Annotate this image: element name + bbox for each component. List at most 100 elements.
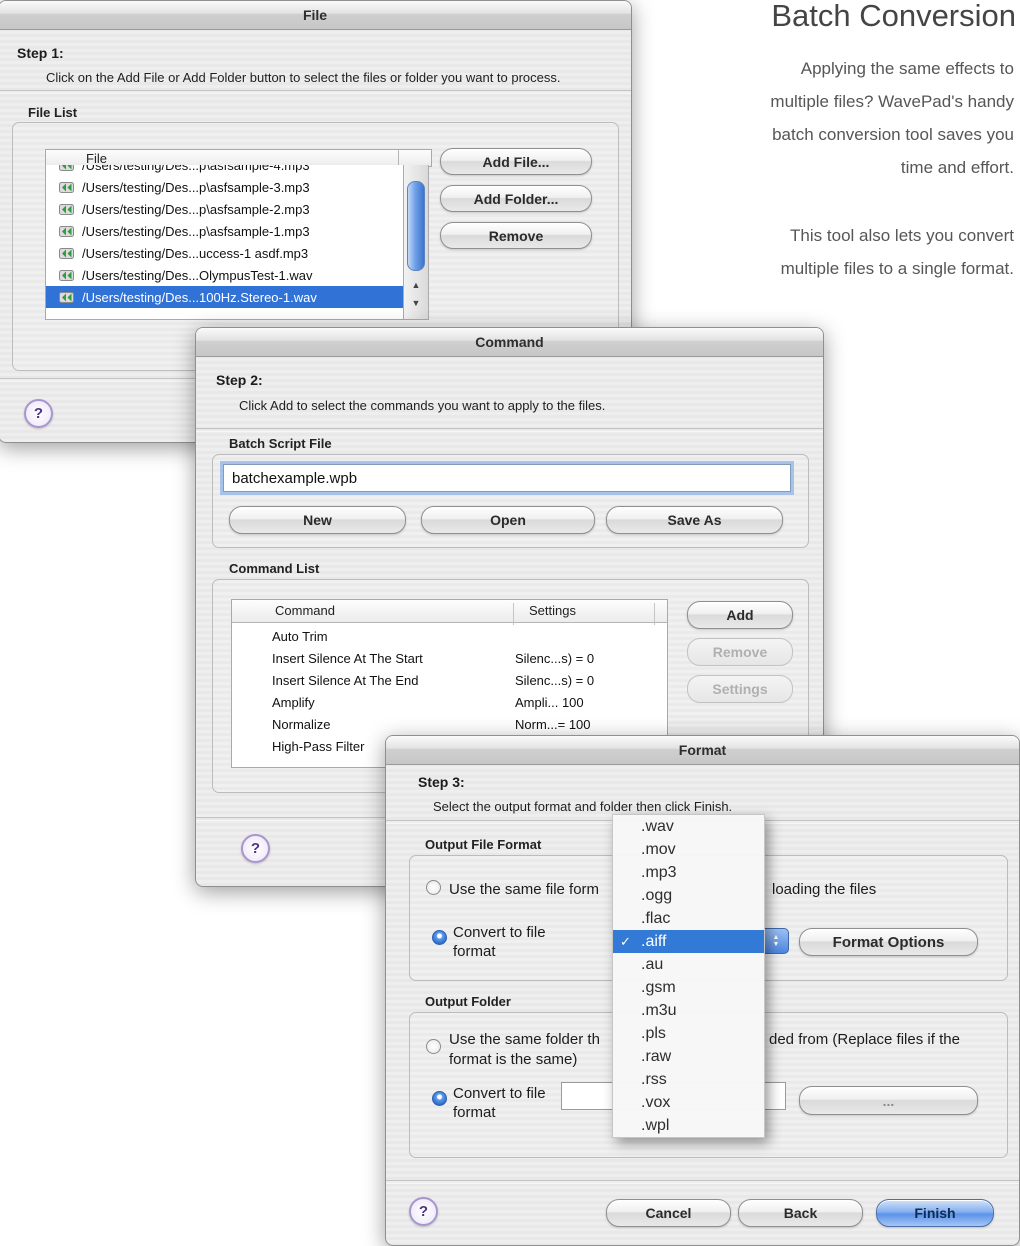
menu-item-au[interactable]: .au <box>613 953 764 976</box>
file-list[interactable]: /Users/testing/Des...p\asfsample-4.mp3 /… <box>45 165 405 320</box>
help-button[interactable]: ? <box>24 399 53 428</box>
new-button[interactable]: New <box>229 506 406 534</box>
finish-button[interactable]: Finish <box>876 1199 994 1227</box>
menu-item-wav[interactable]: .wav <box>613 815 764 838</box>
output-file-format-group-label: Output File Format <box>425 837 542 852</box>
file-list-row[interactable]: /Users/testing/Des...uccess-1 asdf.mp3 <box>46 242 404 264</box>
marketing-line: This tool also lets you convert <box>790 226 1014 245</box>
file-list-row[interactable]: /Users/testing/Des...p\asfsample-3.mp3 <box>46 176 404 198</box>
scrollbar-thumb[interactable] <box>407 181 425 271</box>
popup-up-icon: ▲ <box>772 934 780 941</box>
audio-file-icon <box>59 269 74 281</box>
command-name: High-Pass Filter <box>272 739 365 754</box>
format-dialog-titlebar[interactable]: Format <box>386 736 1019 765</box>
use-same-folder-label-line1: Use the same folder th <box>449 1031 600 1048</box>
file-path: /Users/testing/Des...uccess-1 asdf.mp3 <box>82 245 309 261</box>
audio-file-icon <box>59 291 74 303</box>
column-divider <box>654 603 655 625</box>
step1-description: Click on the Add File or Add Folder butt… <box>46 70 561 85</box>
menu-item-mp3[interactable]: .mp3 <box>613 861 764 884</box>
menu-item-ogg[interactable]: .ogg <box>613 884 764 907</box>
file-list-row-selected[interactable]: /Users/testing/Des...100Hz.Stereo-1.wav <box>46 286 404 308</box>
file-column-header: File <box>86 150 107 166</box>
file-list-scrollbar[interactable]: ▲ ▼ <box>403 165 429 320</box>
command-dialog-titlebar[interactable]: Command <box>196 328 823 357</box>
browse-button[interactable]: ... <box>799 1086 978 1115</box>
batch-script-group-label: Batch Script File <box>229 436 332 451</box>
command-row[interactable]: Normalize Norm...= 100 <box>232 714 667 736</box>
file-path: /Users/testing/Des...p\asfsample-4.mp3 <box>82 165 310 173</box>
format-select-popup[interactable]: ▲ ▼ <box>763 928 789 954</box>
convert-to-format-label: Convert to file format <box>453 924 546 960</box>
menu-item-mov[interactable]: .mov <box>613 838 764 861</box>
use-same-format-radio[interactable] <box>426 880 441 895</box>
menu-item-rss[interactable]: .rss <box>613 1068 764 1091</box>
marketing-line: time and effort. <box>900 158 1014 177</box>
file-dialog-title: File <box>302 7 328 23</box>
convert-folder-radio[interactable] <box>432 1091 447 1106</box>
command-row[interactable]: Amplify Ampli... 100 <box>232 692 667 714</box>
add-command-button[interactable]: Add <box>687 601 793 629</box>
file-list-row[interactable]: /Users/testing/Des...p\asfsample-4.mp3 <box>46 165 404 176</box>
add-folder-button[interactable]: Add Folder... <box>440 185 592 212</box>
menu-item-gsm[interactable]: .gsm <box>613 976 764 999</box>
help-button[interactable]: ? <box>409 1197 438 1226</box>
menu-item-vox[interactable]: .vox <box>613 1091 764 1114</box>
format-options-button[interactable]: Format Options <box>799 928 978 956</box>
use-same-format-label-right: loading the files <box>772 881 877 898</box>
open-button[interactable]: Open <box>421 506 595 534</box>
use-same-format-label-left: Use the same file form <box>449 881 600 898</box>
add-file-button[interactable]: Add File... <box>440 148 592 175</box>
command-settings: Silenc...s) = 0 <box>515 651 595 666</box>
remove-button[interactable]: Remove <box>440 222 592 249</box>
command-settings: Norm...= 100 <box>515 717 591 732</box>
divider <box>196 428 823 432</box>
use-same-folder-radio[interactable] <box>426 1039 441 1054</box>
command-row[interactable]: Insert Silence At The Start Silenc...s) … <box>232 648 667 670</box>
menu-item-flac[interactable]: .flac <box>613 907 764 930</box>
step3-label: Step 3: <box>418 774 465 790</box>
save-as-button[interactable]: Save As <box>606 506 783 534</box>
page-title: Batch Conversion <box>771 0 1016 33</box>
help-button[interactable]: ? <box>241 834 270 863</box>
file-list-group-label: File List <box>28 105 78 120</box>
menu-item-raw[interactable]: .raw <box>613 1045 764 1068</box>
tutorial-page: { "icons": { "help": "?", "checkmark": "… <box>0 0 1020 1246</box>
file-path: /Users/testing/Des...p\asfsample-2.mp3 <box>82 201 310 217</box>
format-dropdown-menu: .wav .mov .mp3 .ogg .flac ✓ .aiff .au .g… <box>612 814 765 1138</box>
command-settings-button[interactable]: Settings <box>687 675 793 703</box>
command-list-group-label: Command List <box>229 561 320 576</box>
command-column-header: Command <box>275 603 335 618</box>
file-list-row[interactable]: /Users/testing/Des...p\asfsample-2.mp3 <box>46 198 404 220</box>
file-list-row[interactable]: /Users/testing/Des...OlympusTest-1.wav <box>46 264 404 286</box>
command-settings: Ampli... 100 <box>515 695 584 710</box>
scroll-up-icon[interactable]: ▲ <box>404 279 428 292</box>
batch-script-file-input[interactable] <box>223 464 791 492</box>
command-row[interactable]: Insert Silence At The End Silenc...s) = … <box>232 670 667 692</box>
back-button[interactable]: Back <box>738 1199 863 1227</box>
scroll-down-icon[interactable]: ▼ <box>404 297 428 310</box>
command-dialog-title: Command <box>475 334 544 350</box>
marketing-paragraph-1: Applying the same effects to multiple fi… <box>674 52 1014 184</box>
divider <box>386 1180 1019 1184</box>
command-row[interactable]: Auto Trim <box>232 626 667 648</box>
marketing-line: batch conversion tool saves you <box>772 125 1014 144</box>
menu-item-pls[interactable]: .pls <box>613 1022 764 1045</box>
audio-file-icon <box>59 203 74 215</box>
file-path: /Users/testing/Des...p\asfsample-3.mp3 <box>82 179 310 195</box>
command-list-header[interactable]: Command Settings <box>232 600 667 625</box>
command-settings: Silenc...s) = 0 <box>515 673 595 688</box>
file-dialog-titlebar[interactable]: File <box>0 1 631 30</box>
command-name: Auto Trim <box>272 629 328 644</box>
marketing-line: multiple files? WavePad's handy <box>770 92 1014 111</box>
convert-to-format-radio[interactable] <box>432 930 447 945</box>
output-folder-group-label: Output Folder <box>425 994 511 1009</box>
cancel-button[interactable]: Cancel <box>606 1199 731 1227</box>
remove-command-button[interactable]: Remove <box>687 638 793 666</box>
divider <box>0 90 631 94</box>
use-same-folder-label-line2: format is the same) <box>449 1051 578 1068</box>
file-list-row[interactable]: /Users/testing/Des...p\asfsample-1.mp3 <box>46 220 404 242</box>
menu-item-m3u[interactable]: .m3u <box>613 999 764 1022</box>
menu-item-wpl[interactable]: .wpl <box>613 1114 764 1137</box>
menu-item-aiff-selected[interactable]: ✓ .aiff <box>613 930 764 953</box>
